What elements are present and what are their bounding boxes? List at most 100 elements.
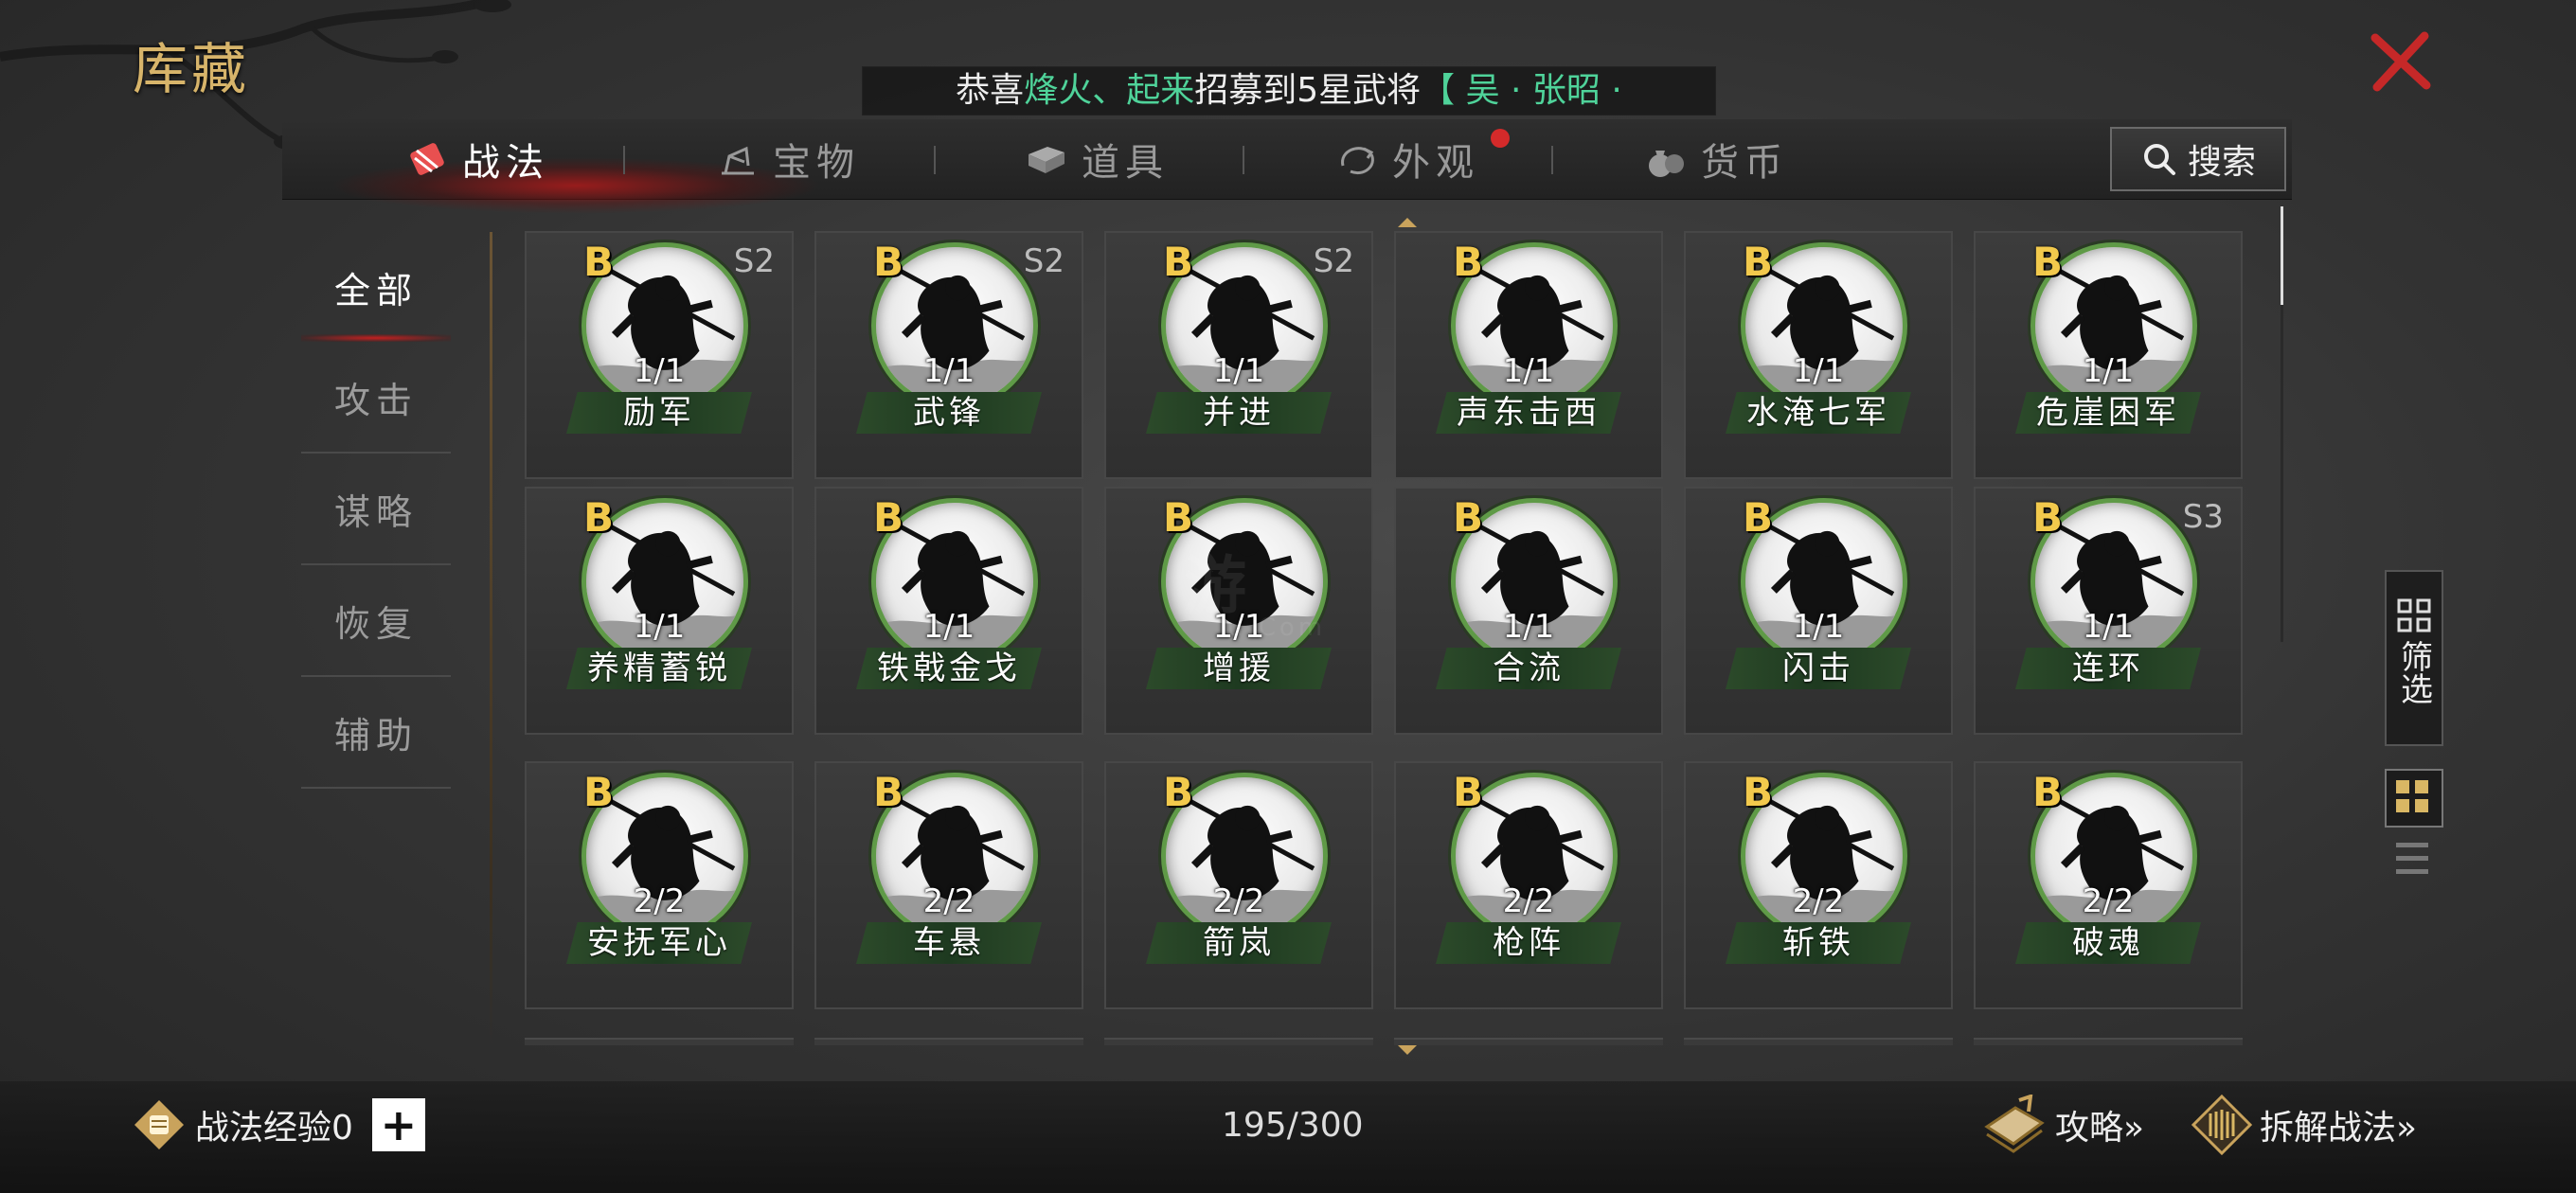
- tactic-count: 1/1: [1792, 608, 1845, 646]
- tactic-name: 破魂: [2072, 924, 2144, 962]
- tactic-card[interactable]: B S2 1/1 武锋: [814, 231, 1083, 479]
- season-tag: S2: [1023, 242, 1064, 280]
- grade-badge: B: [873, 239, 904, 285]
- tactic-card[interactable]: B 1/1 危崖困军: [1974, 231, 2243, 479]
- tactic-card[interactable]: B S3 1/1 连环: [1974, 487, 2243, 735]
- money-bag-icon: [1649, 151, 1684, 177]
- search-button[interactable]: 搜索: [2110, 127, 2286, 191]
- exp-label: 战法经验0: [195, 1109, 353, 1148]
- tab-appearance[interactable]: 外观: [1335, 119, 1479, 199]
- tactic-count: 1/1: [633, 608, 686, 646]
- grade-badge: B: [2032, 769, 2064, 815]
- tactic-card[interactable]: B 1/1 养精蓄锐: [525, 487, 794, 735]
- tactic-name: 武锋: [913, 394, 985, 432]
- dismantle-button[interactable]: 拆解战法»: [2191, 1095, 2417, 1155]
- tab-items[interactable]: 道具: [1025, 119, 1169, 199]
- scroll-up-icon[interactable]: [1396, 214, 1419, 229]
- tactic-count: 2/2: [1502, 882, 1555, 920]
- tactic-card-partial: [814, 1038, 1083, 1045]
- announce-player-2: 起来: [1126, 71, 1195, 110]
- tactics-grid: B S2 1/1 励军 B S2 1/1 武锋 B S2 1/1 并进 B 1/1 声东击西 B 1/1 水淹七军…: [525, 231, 2252, 1045]
- tactic-card[interactable]: B 1/1 声东击西: [1394, 231, 1663, 479]
- close-icon: [2370, 31, 2431, 92]
- guide-button[interactable]: 攻略»: [1981, 1095, 2144, 1155]
- watermark-sub: u.Com: [1227, 614, 1327, 642]
- season-tag: S2: [733, 242, 775, 280]
- side-item-recovery[interactable]: 恢复: [301, 565, 451, 677]
- grid-view-toggle[interactable]: [2385, 769, 2443, 828]
- tab-currency[interactable]: 货币: [1644, 119, 1788, 199]
- tactic-name: 连环: [2072, 650, 2144, 687]
- watermark: 游: [1184, 549, 1250, 622]
- dismantle-scroll-icon: [2191, 1095, 2252, 1155]
- tactic-card[interactable]: B 2/2 枪阵: [1394, 761, 1663, 1009]
- tab-label: 外观: [1392, 141, 1479, 185]
- tactic-card[interactable]: B S2 1/1 励军: [525, 231, 794, 479]
- list-view-icon[interactable]: [2388, 835, 2436, 882]
- tactic-card[interactable]: B 2/2 安抚军心: [525, 761, 794, 1009]
- announce-mid: 招募到5星武将: [1194, 71, 1422, 110]
- tactic-count: 1/1: [1212, 352, 1265, 390]
- season-tag: S2: [1313, 242, 1354, 280]
- tab-divider: [934, 146, 936, 174]
- season-tag: S3: [2182, 498, 2224, 536]
- tactic-card[interactable]: B 2/2 车悬: [814, 761, 1083, 1009]
- announce-separator: 、: [1092, 71, 1127, 110]
- tab-treasure[interactable]: 宝物: [716, 119, 860, 199]
- tactic-count: 1/1: [922, 608, 975, 646]
- tactic-count: 1/1: [2082, 352, 2135, 390]
- tactic-card[interactable]: B S2 1/1 并进: [1104, 231, 1373, 479]
- grade-badge: B: [583, 494, 615, 541]
- tactic-card[interactable]: B 1/1 水淹七军: [1684, 231, 1953, 479]
- tactic-card[interactable]: B 2/2 箭岚: [1104, 761, 1373, 1009]
- announce-hero: 【 吴 · 张昭 ·: [1421, 71, 1622, 110]
- tactic-count: 2/2: [922, 882, 975, 920]
- side-item-all[interactable]: 全部: [301, 232, 451, 342]
- close-button[interactable]: [2368, 28, 2434, 95]
- grade-badge: B: [1453, 239, 1484, 285]
- side-item-attack[interactable]: 攻击: [301, 342, 451, 454]
- tactic-card-partial: [1394, 1038, 1663, 1045]
- tactic-card[interactable]: B 2/2 破魂: [1974, 761, 2243, 1009]
- tactic-count: 2/2: [1792, 882, 1845, 920]
- side-nav: 全部 攻击 谋略 恢复 辅助: [301, 232, 451, 789]
- grid-scrollbar[interactable]: [2281, 206, 2283, 642]
- grade-badge: B: [1453, 769, 1484, 815]
- tactic-name: 安抚军心: [587, 924, 731, 962]
- scroll-down-icon[interactable]: [1396, 1043, 1419, 1059]
- tactic-card[interactable]: B 2/2 斩铁: [1684, 761, 1953, 1009]
- tactic-name: 合流: [1493, 650, 1565, 687]
- grade-badge: B: [873, 769, 904, 815]
- tab-tactics[interactable]: 战法: [405, 119, 549, 199]
- filter-button[interactable]: 筛选: [2385, 570, 2443, 746]
- tactic-card[interactable]: B 1/1 铁戟金戈: [814, 487, 1083, 735]
- search-icon: [2143, 144, 2175, 175]
- add-exp-button[interactable]: +: [371, 1098, 425, 1151]
- tactic-card-partial: [1974, 1038, 2243, 1045]
- tactic-card[interactable]: B 1/1 闪击: [1684, 487, 1953, 735]
- side-item-strategy[interactable]: 谋略: [301, 454, 451, 565]
- grade-badge: B: [1743, 494, 1774, 541]
- tactic-name: 声东击西: [1457, 394, 1601, 432]
- appearance-icon: [1341, 147, 1374, 174]
- page-title: 库藏: [133, 37, 251, 101]
- side-item-support[interactable]: 辅助: [301, 677, 451, 789]
- tactic-count: 2/2: [1212, 882, 1265, 920]
- grade-badge: B: [1163, 769, 1194, 815]
- notification-badge: [1491, 129, 1510, 148]
- tactic-card[interactable]: B 1/1 合流: [1394, 487, 1663, 735]
- tactic-name: 危崖困军: [2036, 394, 2180, 432]
- tactic-card-partial: [1684, 1038, 1953, 1045]
- side-divider: [490, 232, 492, 1046]
- tab-divider: [1551, 146, 1553, 174]
- tactic-name: 水淹七军: [1746, 394, 1890, 432]
- tactic-card-partial: [525, 1038, 794, 1045]
- tab-label: 宝物: [773, 141, 860, 185]
- tactic-name: 闪击: [1782, 650, 1854, 687]
- announcement-banner: 恭喜烽火、起来招募到5星武将【 吴 · 张昭 ·: [862, 66, 1716, 116]
- book-icon: [1984, 1095, 2045, 1153]
- grade-badge: B: [2032, 494, 2064, 541]
- exp-fist-icon: [134, 1100, 184, 1149]
- scrollbar-thumb[interactable]: [2281, 206, 2283, 305]
- grade-badge: B: [1743, 769, 1774, 815]
